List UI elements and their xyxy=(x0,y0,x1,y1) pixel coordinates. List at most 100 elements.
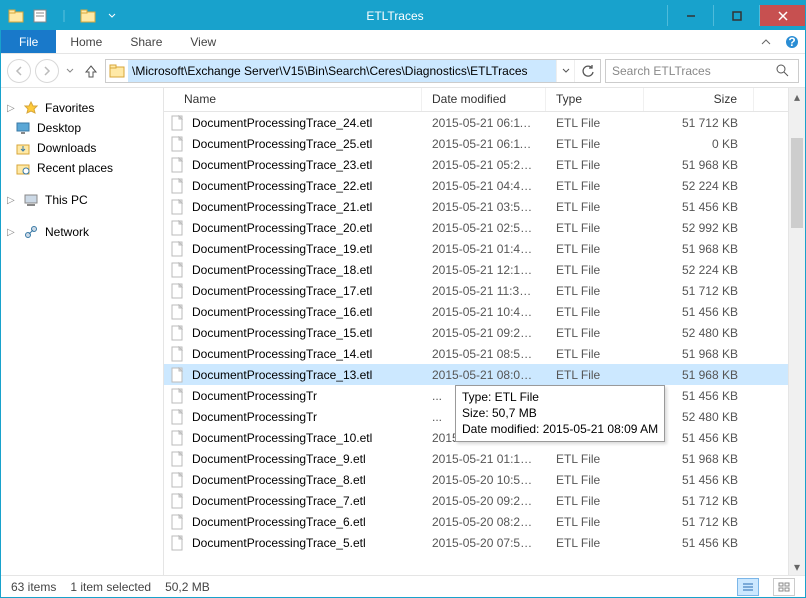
folder-icon[interactable] xyxy=(5,5,27,27)
file-type-cell: ETL File xyxy=(546,368,644,382)
ribbon-expand-icon[interactable] xyxy=(753,30,779,53)
properties-icon[interactable] xyxy=(29,5,51,27)
file-type-cell: ETL File xyxy=(546,347,644,361)
file-row[interactable]: DocumentProcessingTrace_5.etl2015-05-20 … xyxy=(164,532,788,553)
file-row[interactable]: DocumentProcessingTrace_25.etl2015-05-21… xyxy=(164,133,788,154)
file-tab[interactable]: File xyxy=(1,30,56,53)
file-row[interactable]: DocumentProcessingTrace_24.etl2015-05-21… xyxy=(164,112,788,133)
file-row[interactable]: DocumentProcessingTrace_20.etl2015-05-21… xyxy=(164,217,788,238)
tab-share[interactable]: Share xyxy=(116,30,176,53)
close-button[interactable] xyxy=(759,5,805,26)
file-type-cell: ETL File xyxy=(546,137,644,151)
file-size-cell: 51 968 KB xyxy=(644,158,754,172)
scroll-down-icon[interactable]: ▾ xyxy=(789,558,805,575)
recent-icon xyxy=(15,160,31,176)
file-row[interactable]: DocumentProcessingTrace_22.etl2015-05-21… xyxy=(164,175,788,196)
star-icon xyxy=(23,100,39,116)
file-name: DocumentProcessingTrace_21.etl xyxy=(192,200,372,214)
tooltip-line: Size: 50,7 MB xyxy=(462,405,658,421)
minimize-button[interactable] xyxy=(667,5,713,26)
file-type-cell: ETL File xyxy=(546,494,644,508)
search-box[interactable]: Search ETLTraces xyxy=(605,59,799,83)
column-type[interactable]: Type xyxy=(546,88,644,111)
tab-view[interactable]: View xyxy=(176,30,230,53)
file-row[interactable]: DocumentProcessingTrace_16.etl2015-05-21… xyxy=(164,301,788,322)
address-bar: \Microsoft\Exchange Server\V15\Bin\Searc… xyxy=(1,54,805,88)
file-row[interactable]: DocumentProcessingTrace_8.etl2015-05-20 … xyxy=(164,469,788,490)
file-name-cell: DocumentProcessingTrace_9.etl xyxy=(164,451,422,467)
qat-dropdown-icon[interactable] xyxy=(101,5,123,27)
svg-text:?: ? xyxy=(788,35,795,49)
file-type-cell: ETL File xyxy=(546,452,644,466)
scrollbar-thumb[interactable] xyxy=(791,138,803,228)
file-size-cell: 51 712 KB xyxy=(644,494,754,508)
file-date-cell: 2015-05-20 07:50 ... xyxy=(422,536,546,550)
file-size-cell: 51 712 KB xyxy=(644,116,754,130)
sidebar-item-desktop[interactable]: Desktop xyxy=(1,118,163,138)
sidebar-item-recent[interactable]: Recent places xyxy=(1,158,163,178)
file-name-cell: DocumentProcessingTrace_5.etl xyxy=(164,535,422,551)
thispc-header[interactable]: ▷ This PC xyxy=(1,190,163,210)
window-controls xyxy=(667,5,805,26)
file-name-cell: DocumentProcessingTr xyxy=(164,388,422,404)
up-button[interactable] xyxy=(81,61,101,81)
file-name: DocumentProcessingTrace_18.etl xyxy=(192,263,372,277)
chevron-right-icon[interactable]: ▷ xyxy=(7,103,17,114)
vertical-scrollbar[interactable]: ▴ ▾ xyxy=(788,88,805,575)
details-view-button[interactable] xyxy=(737,578,759,596)
history-dropdown-icon[interactable] xyxy=(63,61,77,81)
file-name: DocumentProcessingTrace_22.etl xyxy=(192,179,372,193)
quick-access-toolbar xyxy=(5,5,123,27)
file-row[interactable]: DocumentProcessingTrace_17.etl2015-05-21… xyxy=(164,280,788,301)
sidebar-item-downloads[interactable]: Downloads xyxy=(1,138,163,158)
file-name: DocumentProcessingTrace_25.etl xyxy=(192,137,372,151)
file-type-cell: ETL File xyxy=(546,473,644,487)
column-size[interactable]: Size xyxy=(644,88,754,111)
file-row[interactable]: DocumentProcessingTrace_13.etl2015-05-21… xyxy=(164,364,788,385)
address-path[interactable]: \Microsoft\Exchange Server\V15\Bin\Searc… xyxy=(128,60,556,82)
new-folder-icon[interactable] xyxy=(77,5,99,27)
scroll-up-icon[interactable]: ▴ xyxy=(789,88,805,105)
column-date[interactable]: Date modified xyxy=(422,88,546,111)
favorites-header[interactable]: ▷ Favorites xyxy=(1,98,163,118)
file-type-cell: ETL File xyxy=(546,305,644,319)
file-row[interactable]: DocumentProcessingTrace_7.etl2015-05-20 … xyxy=(164,490,788,511)
network-header[interactable]: ▷ Network xyxy=(1,222,163,242)
file-date-cell: 2015-05-21 08:54 ... xyxy=(422,347,546,361)
icons-view-button[interactable] xyxy=(773,578,795,596)
forward-button[interactable] xyxy=(35,59,59,83)
address-box[interactable]: \Microsoft\Exchange Server\V15\Bin\Searc… xyxy=(105,59,601,83)
search-icon[interactable] xyxy=(776,64,792,77)
tab-home[interactable]: Home xyxy=(56,30,116,53)
file-size-cell: 52 480 KB xyxy=(644,326,754,340)
file-size-cell: 52 224 KB xyxy=(644,263,754,277)
file-size-cell: 51 456 KB xyxy=(644,305,754,319)
file-name-cell: DocumentProcessingTrace_18.etl xyxy=(164,262,422,278)
chevron-right-icon[interactable]: ▷ xyxy=(7,227,17,238)
file-row[interactable]: DocumentProcessingTrace_19.etl2015-05-21… xyxy=(164,238,788,259)
network-icon xyxy=(23,224,39,240)
file-row[interactable]: DocumentProcessingTrace_6.etl2015-05-20 … xyxy=(164,511,788,532)
file-date-cell: 2015-05-21 06:11 ... xyxy=(422,116,546,130)
address-dropdown-icon[interactable] xyxy=(556,60,574,82)
help-icon[interactable]: ? xyxy=(779,30,805,53)
column-name[interactable]: Name xyxy=(164,88,422,111)
file-row[interactable]: DocumentProcessingTrace_18.etl2015-05-21… xyxy=(164,259,788,280)
back-button[interactable] xyxy=(7,59,31,83)
file-type-cell: ETL File xyxy=(546,284,644,298)
file-row[interactable]: DocumentProcessingTrace_14.etl2015-05-21… xyxy=(164,343,788,364)
refresh-button[interactable] xyxy=(574,60,600,82)
file-row[interactable]: DocumentProcessingTrace_9.etl2015-05-21 … xyxy=(164,448,788,469)
folder-icon xyxy=(106,63,128,79)
file-date-cell: 2015-05-20 08:22 ... xyxy=(422,515,546,529)
file-row[interactable]: DocumentProcessingTrace_15.etl2015-05-21… xyxy=(164,322,788,343)
maximize-button[interactable] xyxy=(713,5,759,26)
file-row[interactable]: DocumentProcessingTrace_23.etl2015-05-21… xyxy=(164,154,788,175)
file-size-cell: 51 456 KB xyxy=(644,200,754,214)
chevron-right-icon[interactable]: ▷ xyxy=(7,195,17,206)
file-row[interactable]: DocumentProcessingTrace_21.etl2015-05-21… xyxy=(164,196,788,217)
tooltip-line: Date modified: 2015-05-21 08:09 AM xyxy=(462,421,658,437)
file-type-cell: ETL File xyxy=(546,200,644,214)
file-name-cell: DocumentProcessingTrace_17.etl xyxy=(164,283,422,299)
file-name: DocumentProcessingTrace_15.etl xyxy=(192,326,372,340)
